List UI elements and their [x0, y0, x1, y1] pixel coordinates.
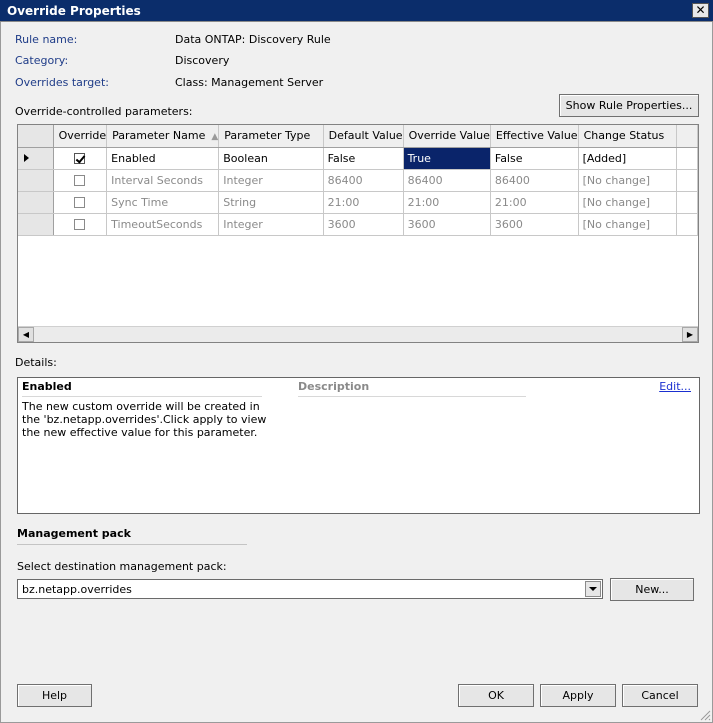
overrides-target-value: Class: Management Server: [175, 76, 324, 89]
default-value-cell: 3600: [323, 213, 404, 236]
override-value-cell[interactable]: True: [403, 147, 491, 170]
parameter-type-cell: Integer: [218, 169, 324, 192]
filler-cell: [676, 147, 698, 170]
management-pack-header: Management pack: [17, 527, 131, 540]
category-label: Category:: [15, 54, 69, 67]
destination-pack-label: Select destination management pack:: [17, 560, 227, 573]
effective-value-cell: 86400: [490, 169, 579, 192]
rule-name-label: Rule name:: [15, 33, 78, 46]
table-row[interactable]: TimeoutSeconds Integer 3600 3600 3600 [N…: [18, 213, 698, 236]
filler-cell: [676, 191, 698, 214]
description-header: Description: [298, 380, 526, 397]
default-value-cell: 21:00: [323, 191, 404, 214]
row-header-corner: [18, 125, 54, 148]
column-header-label: Parameter Type: [224, 129, 311, 143]
column-header-label: Effective Value: [495, 129, 578, 143]
edit-link[interactable]: Edit...: [659, 380, 691, 393]
override-checkbox[interactable]: [74, 175, 86, 186]
override-value-cell[interactable]: 21:00: [403, 191, 491, 214]
override-cell[interactable]: [53, 213, 108, 236]
column-header-effective-value[interactable]: Effective Value: [490, 125, 579, 148]
column-header-label: Parameter Name: [112, 129, 206, 143]
close-icon[interactable]: ✕: [692, 3, 709, 18]
apply-button[interactable]: Apply: [540, 684, 616, 707]
default-value-cell: 86400: [323, 169, 404, 192]
show-rule-properties-button[interactable]: Show Rule Properties...: [559, 94, 699, 117]
parameter-name-cell: TimeoutSeconds: [106, 213, 220, 236]
override-value-cell[interactable]: 86400: [403, 169, 491, 192]
column-header-parameter-type[interactable]: Parameter Type: [218, 125, 324, 148]
details-divider: [22, 396, 262, 397]
details-panel: Enabled Description Edit... The new cust…: [17, 377, 700, 514]
override-cell[interactable]: [53, 191, 108, 214]
current-row-icon: [24, 154, 29, 162]
override-value-cell[interactable]: 3600: [403, 213, 491, 236]
cancel-button[interactable]: Cancel: [622, 684, 698, 707]
table-row[interactable]: Interval Seconds Integer 86400 86400 864…: [18, 169, 698, 192]
resize-grip-icon[interactable]: [699, 709, 711, 721]
column-header-override[interactable]: Override: [53, 125, 108, 148]
parameter-name-cell: Interval Seconds: [106, 169, 220, 192]
column-header-label: Override: [58, 129, 107, 143]
column-header-filler: [676, 125, 698, 148]
filler-cell: [676, 213, 698, 236]
parameters-label: Override-controlled parameters:: [15, 105, 193, 118]
help-button[interactable]: Help: [17, 684, 92, 707]
effective-value-cell: 3600: [490, 213, 579, 236]
management-pack-selected-value: bz.netapp.overrides: [22, 583, 132, 596]
title-bar: Override Properties ✕: [0, 0, 713, 22]
management-pack-divider: [17, 544, 247, 545]
details-parameter-name: Enabled: [22, 380, 72, 393]
parameter-type-cell: Boolean: [218, 147, 324, 170]
management-pack-select[interactable]: bz.netapp.overrides: [17, 579, 603, 599]
table-row[interactable]: Sync Time String 21:00 21:00 21:00 [No c…: [18, 191, 698, 214]
column-header-parameter-name[interactable]: Parameter Name ▲: [106, 125, 220, 148]
row-header[interactable]: [18, 147, 54, 170]
grid-header-row: Override Parameter Name ▲ Parameter Type …: [18, 125, 698, 148]
table-row[interactable]: Enabled Boolean False True False [Added]: [18, 147, 698, 170]
horizontal-scrollbar[interactable]: ◀ ▶: [18, 326, 698, 342]
override-checkbox[interactable]: [74, 197, 86, 208]
column-header-label: Default Value: [328, 129, 403, 143]
override-cell[interactable]: [53, 147, 108, 170]
sort-ascending-icon: ▲: [211, 132, 219, 143]
override-cell[interactable]: [53, 169, 108, 192]
change-status-cell: [Added]: [578, 147, 678, 170]
change-status-cell: [No change]: [578, 191, 678, 214]
override-checkbox[interactable]: [74, 153, 86, 164]
chevron-down-icon[interactable]: [585, 581, 601, 597]
row-header[interactable]: [18, 169, 54, 192]
details-description-text: The new custom override will be created …: [22, 400, 267, 439]
scroll-left-icon[interactable]: ◀: [18, 327, 34, 342]
column-header-label: Override Value: [408, 129, 490, 143]
change-status-cell: [No change]: [578, 169, 678, 192]
parameters-grid: Override Parameter Name ▲ Parameter Type …: [17, 124, 699, 343]
new-management-pack-button[interactable]: New...: [610, 578, 694, 601]
row-header[interactable]: [18, 213, 54, 236]
scroll-right-icon[interactable]: ▶: [682, 327, 698, 342]
column-header-default-value[interactable]: Default Value: [323, 125, 404, 148]
parameters-table: Override Parameter Name ▲ Parameter Type …: [18, 125, 698, 236]
parameter-type-cell: String: [218, 191, 324, 214]
rule-name-value: Data ONTAP: Discovery Rule: [175, 33, 331, 46]
column-header-override-value[interactable]: Override Value: [403, 125, 491, 148]
row-header[interactable]: [18, 191, 54, 214]
effective-value-cell: False: [490, 147, 579, 170]
parameter-type-cell: Integer: [218, 213, 324, 236]
column-header-change-status[interactable]: Change Status: [578, 125, 678, 148]
details-label: Details:: [15, 356, 57, 369]
overrides-target-label: Overrides target:: [15, 76, 109, 89]
effective-value-cell: 21:00: [490, 191, 579, 214]
parameter-name-cell: Enabled: [106, 147, 220, 170]
category-value: Discovery: [175, 54, 230, 67]
parameter-name-cell: Sync Time: [106, 191, 220, 214]
column-header-label: Change Status: [583, 129, 665, 143]
change-status-cell: [No change]: [578, 213, 678, 236]
ok-button[interactable]: OK: [458, 684, 534, 707]
window-title: Override Properties: [7, 4, 141, 18]
filler-cell: [676, 169, 698, 192]
override-checkbox[interactable]: [74, 219, 86, 230]
default-value-cell: False: [323, 147, 404, 170]
